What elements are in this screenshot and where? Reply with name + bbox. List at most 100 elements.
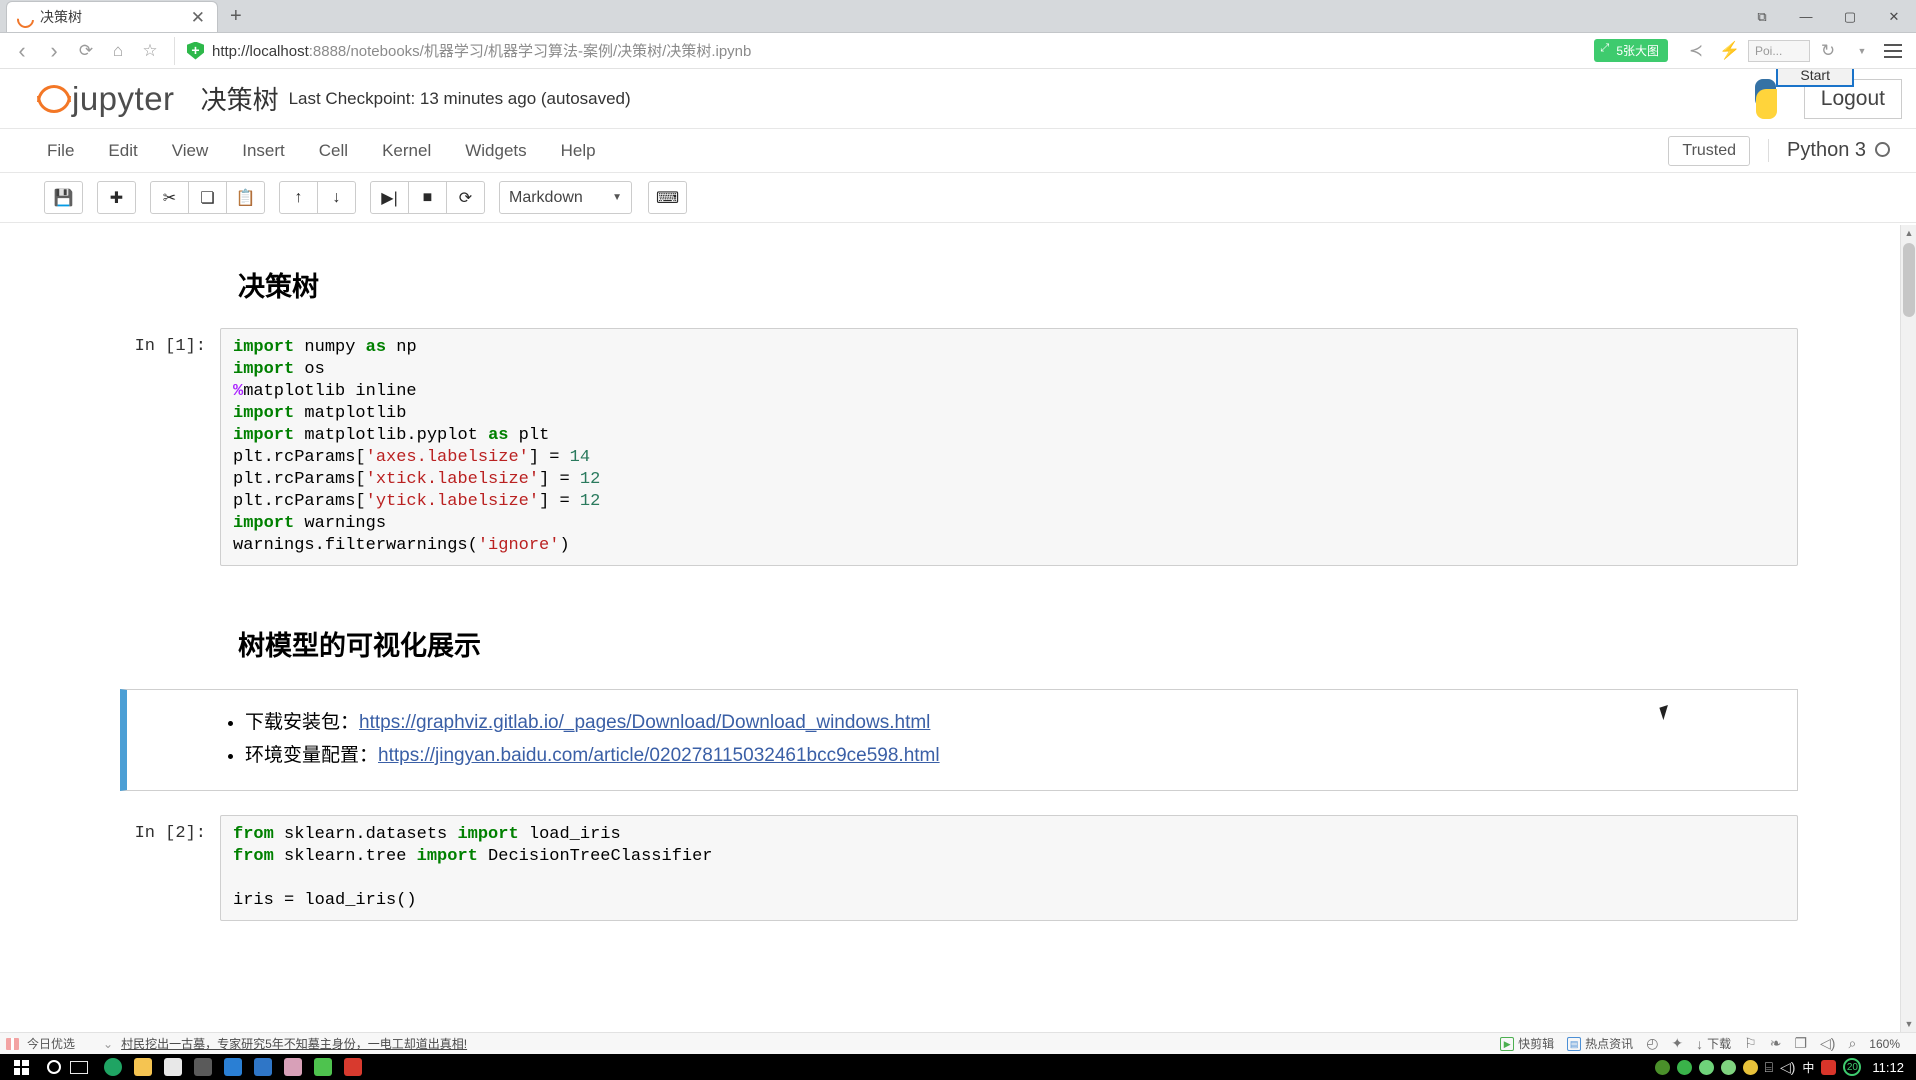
back-icon[interactable]: ‹ [6,36,38,66]
speedometer-icon[interactable]: ◴ [1646,1035,1658,1052]
zoom-level[interactable]: 160% [1869,1037,1900,1051]
insert-cell-below-button[interactable]: ✚ [97,181,136,214]
menu-kernel[interactable]: Kernel [365,135,448,167]
cell-prompt: In [1]: [134,337,206,356]
close-icon[interactable]: ✕ [187,9,209,26]
collapse-icon[interactable]: ⌄ [103,1037,113,1051]
share-icon[interactable]: ≺ [1680,36,1712,66]
security-shield-tray-icon[interactable] [1720,1059,1736,1075]
battery-badge[interactable]: 20 [1843,1058,1862,1076]
menu-widgets[interactable]: Widgets [448,135,543,167]
code-cell-2[interactable]: In [2]: from sklearn.datasets import loa… [58,815,1858,921]
taskbar-app-excel[interactable] [218,1054,248,1080]
reload-icon[interactable]: ⟳ [70,36,102,66]
taskbar-app-terminal[interactable] [188,1054,218,1080]
wechat-tray-icon[interactable] [1698,1059,1714,1075]
minimize-icon[interactable]: — [1784,0,1828,33]
home-icon[interactable]: ⌂ [102,36,134,66]
menu-file[interactable]: File [30,135,91,167]
rocket-icon[interactable]: ✦ [1671,1035,1683,1052]
code-editor[interactable]: import numpy as np import os %matplotlib… [220,328,1798,566]
clock[interactable]: 11:12 [1872,1060,1904,1075]
address-bar[interactable]: http://localhost:8888/notebooks/机器学习/机器学… [174,36,1586,65]
nvidia-tray-icon[interactable] [1654,1059,1670,1075]
copy-button[interactable]: ❏ [188,181,227,214]
forward-icon[interactable]: › [38,36,70,66]
code-editor[interactable]: from sklearn.datasets import load_iris f… [220,815,1798,921]
sogou-tray-icon[interactable] [1821,1059,1837,1075]
restore-session-icon[interactable]: ⧉ [1740,0,1784,33]
window-icon[interactable]: ❐ [1794,1035,1807,1052]
taskbar-app-active[interactable] [338,1054,368,1080]
browser-tray-icon[interactable] [1676,1059,1692,1075]
image-count-badge[interactable]: 5张大图 [1594,39,1668,62]
browser-status-bar: 今日优选 ⌄ 村民挖出一古墓，专家研究5年不知墓主身份，一电工却道出真相! ▶ 快… [0,1032,1916,1054]
download-item[interactable]: ↓ 下载 [1696,1035,1731,1052]
network-icon[interactable]: ⌸ [1765,1059,1773,1076]
vertical-scrollbar[interactable]: ▲ ▼ [1900,225,1916,1032]
trusted-badge[interactable]: Trusted [1668,135,1751,166]
taskbar-app-photos[interactable] [278,1054,308,1080]
code-cell-1[interactable]: In [1]: import numpy as np import os %ma… [58,328,1858,566]
poi-box[interactable]: Poi... [1748,39,1810,62]
start-tooltip[interactable]: Start [1776,69,1854,87]
notebook-name[interactable]: 决策树 [201,80,279,117]
paste-button[interactable]: 📋 [226,181,265,214]
hot-news-label: 热点资讯 [1585,1037,1634,1051]
jupyter-logo[interactable]: jupyter [34,80,175,118]
scroll-up-icon[interactable]: ▲ [1901,225,1916,241]
news-headline[interactable]: 村民挖出一古墓，专家研究5年不知墓主身份，一电工却道出真相! [121,1035,467,1052]
bolt-icon[interactable]: ⚡ [1714,36,1746,66]
history-icon[interactable]: ↻ [1812,36,1844,66]
browser-menu-icon[interactable] [1880,43,1906,58]
interrupt-kernel-button[interactable]: ■ [408,181,447,214]
restart-kernel-button[interactable]: ⟳ [446,181,485,214]
bookmark-star-icon[interactable]: ☆ [134,36,166,66]
scrollbar-thumb[interactable] [1903,243,1915,317]
command-palette-button[interactable]: ⌨ [648,181,687,214]
kernel-indicator[interactable]: Python 3 [1768,139,1890,162]
volume-icon[interactable]: ◁) [1780,1059,1795,1076]
leaf-icon[interactable]: ❧ [1770,1035,1782,1052]
notebook-scroll-area[interactable]: 决策树 In [1]: import numpy as np import os… [0,225,1916,1032]
menu-view[interactable]: View [155,135,226,167]
flag-icon[interactable]: ⚐ [1744,1035,1757,1052]
menu-cell[interactable]: Cell [302,135,365,167]
kernel-busy-icon [1875,142,1890,157]
markdown-heading-2[interactable]: 树模型的可视化展示 [238,624,1858,663]
cortana-circle-icon[interactable] [47,1060,61,1074]
menu-edit[interactable]: Edit [91,135,154,167]
daily-picks-label[interactable]: 今日优选 [27,1035,75,1052]
env-config-link[interactable]: https://jingyan.baidu.com/article/020278… [378,745,940,766]
search-icon[interactable]: ⌕ [1848,1035,1856,1052]
ime-indicator[interactable]: 中 [1802,1059,1814,1076]
taskbar-app-file-explorer[interactable] [128,1054,158,1080]
cell-type-select[interactable]: Markdown ▼ [499,181,632,214]
scroll-down-icon[interactable]: ▼ [1901,1016,1916,1032]
move-cell-down-button[interactable]: ↓ [317,181,356,214]
cut-button[interactable]: ✂ [150,181,189,214]
taskbar-app-edge[interactable] [98,1054,128,1080]
new-tab-button[interactable]: + [230,5,242,28]
quick-edit-item[interactable]: ▶ 快剪辑 [1500,1035,1554,1052]
speaker-icon[interactable]: ◁) [1820,1035,1835,1052]
update-tray-icon[interactable] [1742,1059,1758,1075]
task-view-icon[interactable] [70,1060,88,1074]
taskbar-app-news[interactable] [158,1054,188,1080]
hot-news-item[interactable]: ▤ 热点资讯 [1567,1035,1633,1052]
save-button[interactable]: 💾 [44,181,83,214]
menu-help[interactable]: Help [544,135,613,167]
browser-tab[interactable]: 决策树 ✕ [6,1,218,32]
markdown-alert-box[interactable]: 下载安装包：https://graphviz.gitlab.io/_pages/… [120,689,1798,791]
download-package-link[interactable]: https://graphviz.gitlab.io/_pages/Downlo… [359,712,930,733]
move-cell-up-button[interactable]: ↑ [279,181,318,214]
markdown-heading-1[interactable]: 决策树 [238,265,1858,304]
chevron-down-icon[interactable]: ▼ [1846,36,1878,66]
taskbar-app-checkmark[interactable] [248,1054,278,1080]
windows-start-icon[interactable] [4,1054,38,1080]
maximize-icon[interactable]: ▢ [1828,0,1872,33]
close-window-icon[interactable]: ✕ [1872,0,1916,33]
menu-insert[interactable]: Insert [225,135,302,167]
run-cell-button[interactable]: ▶| [370,181,409,214]
taskbar-app-wechat[interactable] [308,1054,338,1080]
